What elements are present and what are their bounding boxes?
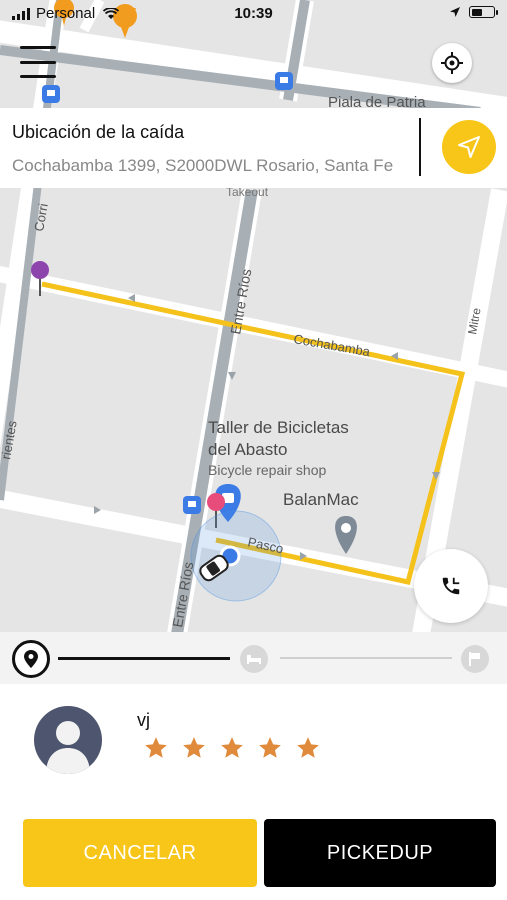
menu-icon-bar bbox=[20, 75, 56, 78]
map-label-shop-type: Bicycle repair shop bbox=[208, 462, 326, 478]
driver-avatar bbox=[34, 706, 102, 774]
progress-step-mid bbox=[240, 645, 268, 673]
driver-name: vj bbox=[137, 710, 150, 730]
dropoff-divider bbox=[419, 118, 421, 176]
dropoff-address: Cochabamba 1399, S2000DWL Rosario, Santa… bbox=[12, 156, 394, 175]
bed-icon bbox=[247, 655, 261, 664]
progress-step-origin bbox=[12, 640, 50, 678]
pickedup-button[interactable]: PICKEDUP bbox=[264, 819, 496, 887]
user-silhouette-icon bbox=[46, 721, 90, 774]
location-pin-icon bbox=[24, 650, 38, 668]
finish-flag-icon bbox=[469, 652, 480, 666]
map-label-shop-1: Taller de Bicicletas bbox=[208, 418, 349, 437]
star-icon bbox=[183, 737, 205, 758]
progress-line-completed bbox=[58, 657, 230, 660]
battery-icon bbox=[469, 6, 498, 18]
progress-line-pending bbox=[280, 657, 452, 659]
star-icon bbox=[297, 737, 319, 758]
status-bar: Personal 10:39 bbox=[0, 0, 507, 30]
map-label-balanmac: BalanMac bbox=[283, 490, 359, 509]
locate-button[interactable] bbox=[432, 43, 472, 83]
menu-button[interactable] bbox=[20, 44, 56, 80]
dropoff-title: Ubicación de la caída bbox=[12, 122, 185, 142]
cancel-button[interactable]: CANCELAR bbox=[23, 819, 257, 887]
driver-rating bbox=[143, 735, 321, 761]
status-right bbox=[449, 6, 498, 18]
navigation-arrow-icon bbox=[458, 136, 480, 158]
progress-step-end bbox=[461, 645, 489, 673]
map-view[interactable]: Piala de Patria Taller de Bicicletas del… bbox=[0, 0, 507, 632]
menu-icon-bar bbox=[20, 46, 56, 49]
location-arrow-icon bbox=[450, 7, 460, 17]
status-time: 10:39 bbox=[234, 5, 273, 22]
star-icon bbox=[221, 737, 243, 758]
star-icon bbox=[259, 737, 281, 758]
star-icon bbox=[145, 737, 167, 758]
menu-icon-bar bbox=[20, 60, 56, 64]
battery-level bbox=[471, 8, 482, 16]
navigate-button[interactable] bbox=[442, 120, 496, 174]
call-button[interactable] bbox=[414, 549, 488, 623]
map-canvas[interactable]: Piala de Patria Taller de Bicicletas del… bbox=[0, 0, 507, 632]
dropoff-card[interactable]: Ubicación de la caída Cochabamba 1399, S… bbox=[0, 108, 507, 188]
crosshair-icon bbox=[441, 52, 463, 74]
map-label-shop-2: del Abasto bbox=[208, 440, 287, 459]
phone-icon bbox=[442, 577, 460, 595]
